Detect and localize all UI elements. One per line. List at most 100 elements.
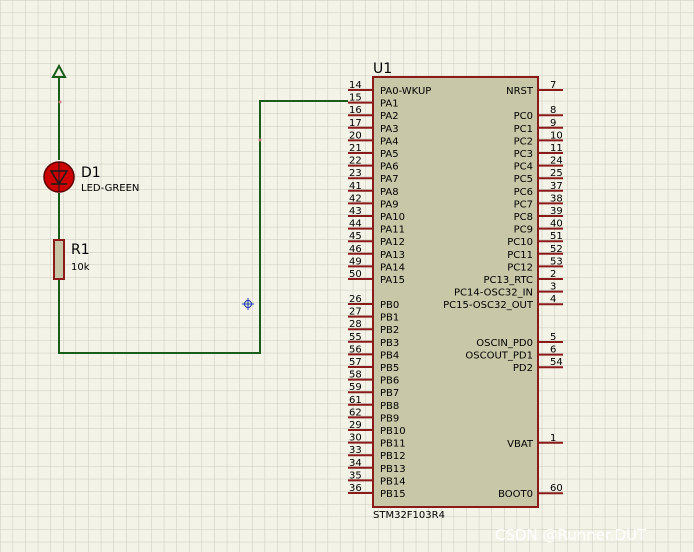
- pin-label: PB3: [380, 338, 399, 349]
- pin-number: 61: [349, 395, 362, 406]
- pin-number: 40: [550, 219, 563, 230]
- pin-number: 59: [349, 382, 362, 393]
- pin-label: BOOT0: [498, 489, 533, 500]
- pin-number: 21: [349, 143, 362, 154]
- chip-ref: U1: [373, 61, 392, 77]
- pin-number: 53: [550, 256, 563, 267]
- pin-label: PC0: [514, 111, 533, 122]
- pin-number: 6: [550, 345, 556, 356]
- pin-number: 30: [349, 433, 362, 444]
- pin-label: PC8: [514, 212, 533, 223]
- resistor-value: 10k: [71, 262, 90, 273]
- pin-number: 29: [349, 420, 362, 431]
- pin-number: 37: [550, 181, 563, 192]
- pin-number: 1: [550, 433, 556, 444]
- pin-number: 35: [349, 470, 362, 481]
- pin-number: 50: [349, 269, 362, 280]
- pin-number: 54: [550, 357, 563, 368]
- pin-label: PB8: [380, 401, 399, 412]
- pin-number: 34: [349, 458, 362, 469]
- pin-number: 44: [349, 219, 362, 230]
- pin-number: 41: [349, 181, 362, 192]
- pin-number: 22: [349, 156, 362, 167]
- pin-number: 7: [550, 80, 556, 91]
- pin-number: 42: [349, 193, 362, 204]
- pin-label: PB11: [380, 439, 406, 450]
- pin-label: PC2: [514, 136, 533, 147]
- pin-label: PA12: [380, 237, 405, 248]
- pin-label: PC13_RTC: [484, 275, 533, 286]
- pin-label: PA10: [380, 212, 405, 223]
- pin-number: 55: [349, 332, 362, 343]
- pin-number: 46: [349, 244, 362, 255]
- led-value: LED-GREEN: [81, 183, 139, 194]
- grid-background: [0, 0, 694, 552]
- pin-number: 27: [349, 307, 362, 318]
- pin-label: PB12: [380, 451, 406, 462]
- pin-label: PB2: [380, 325, 399, 336]
- pin-number: 20: [349, 130, 362, 141]
- pin-label: PC9: [514, 225, 533, 236]
- pin-label: PA7: [380, 174, 399, 185]
- pin-label: PC14-OSC32_IN: [454, 288, 533, 299]
- pin-label: PC12: [507, 262, 533, 273]
- pin-label: PA13: [380, 250, 405, 261]
- pin-label: PC3: [514, 149, 533, 160]
- led-ref: D1: [81, 165, 101, 181]
- pin-label: PA0-WKUP: [380, 86, 431, 97]
- wire-marker: [258, 138, 262, 142]
- pin-label: PA9: [380, 199, 399, 210]
- pin-label: PA4: [380, 136, 399, 147]
- pin-label: PB9: [380, 413, 399, 424]
- pin-label: PD2: [513, 363, 533, 374]
- pin-number: 36: [349, 483, 362, 494]
- pin-number: 16: [349, 105, 362, 116]
- pin-number: 52: [550, 244, 563, 255]
- pin-number: 25: [550, 168, 563, 179]
- pin-label: PB14: [380, 476, 406, 487]
- pin-number: 5: [550, 332, 556, 343]
- pin-number: 17: [349, 118, 362, 129]
- pin-label: PA8: [380, 187, 399, 198]
- pin-number: 8: [550, 105, 556, 116]
- pin-label: PA15: [380, 275, 405, 286]
- pin-label: VBAT: [507, 439, 534, 450]
- pin-label: PA1: [380, 99, 399, 110]
- pin-number: 24: [550, 156, 563, 167]
- pin-number: 3: [550, 282, 556, 293]
- pin-label: PA14: [380, 262, 405, 273]
- pin-number: 57: [349, 357, 362, 368]
- pin-label: PC11: [507, 250, 533, 261]
- pin-number: 10: [550, 130, 563, 141]
- pin-label: PB15: [380, 489, 406, 500]
- pin-number: 33: [349, 445, 362, 456]
- led-d1[interactable]: [43, 161, 75, 193]
- pin-label: PC6: [514, 187, 533, 198]
- pin-label: PB6: [380, 376, 399, 387]
- pin-number: 39: [550, 206, 563, 217]
- pin-number: 38: [550, 193, 563, 204]
- pin-number: 9: [550, 118, 556, 129]
- pin-number: 28: [349, 319, 362, 330]
- pin-number: 43: [349, 206, 362, 217]
- wire-marker: [58, 100, 62, 104]
- pin-number: 49: [349, 256, 362, 267]
- pin-number: 26: [349, 294, 362, 305]
- pin-number: 23: [349, 168, 362, 179]
- pin-number: 4: [550, 294, 556, 305]
- pin-label: PB1: [380, 313, 399, 324]
- schematic-canvas[interactable]: D1 LED-GREEN R1 10k U1 14PA0-WKUP15PA116…: [0, 0, 694, 552]
- pin-number: 62: [349, 407, 362, 418]
- chip-part: STM32F103R4: [373, 510, 445, 521]
- pin-label: PB4: [380, 350, 399, 361]
- pin-label: PB13: [380, 464, 406, 475]
- pin-number: 58: [349, 370, 362, 381]
- pin-label: OSCOUT_PD1: [465, 351, 533, 362]
- pin-label: NRST: [506, 86, 534, 97]
- pin-number: 51: [550, 231, 563, 242]
- pin-label: PB10: [380, 426, 406, 437]
- pin-label: PC5: [514, 174, 533, 185]
- resistor-r1[interactable]: [53, 239, 65, 280]
- pin-label: PC10: [507, 237, 533, 248]
- pin-number: 15: [349, 93, 362, 104]
